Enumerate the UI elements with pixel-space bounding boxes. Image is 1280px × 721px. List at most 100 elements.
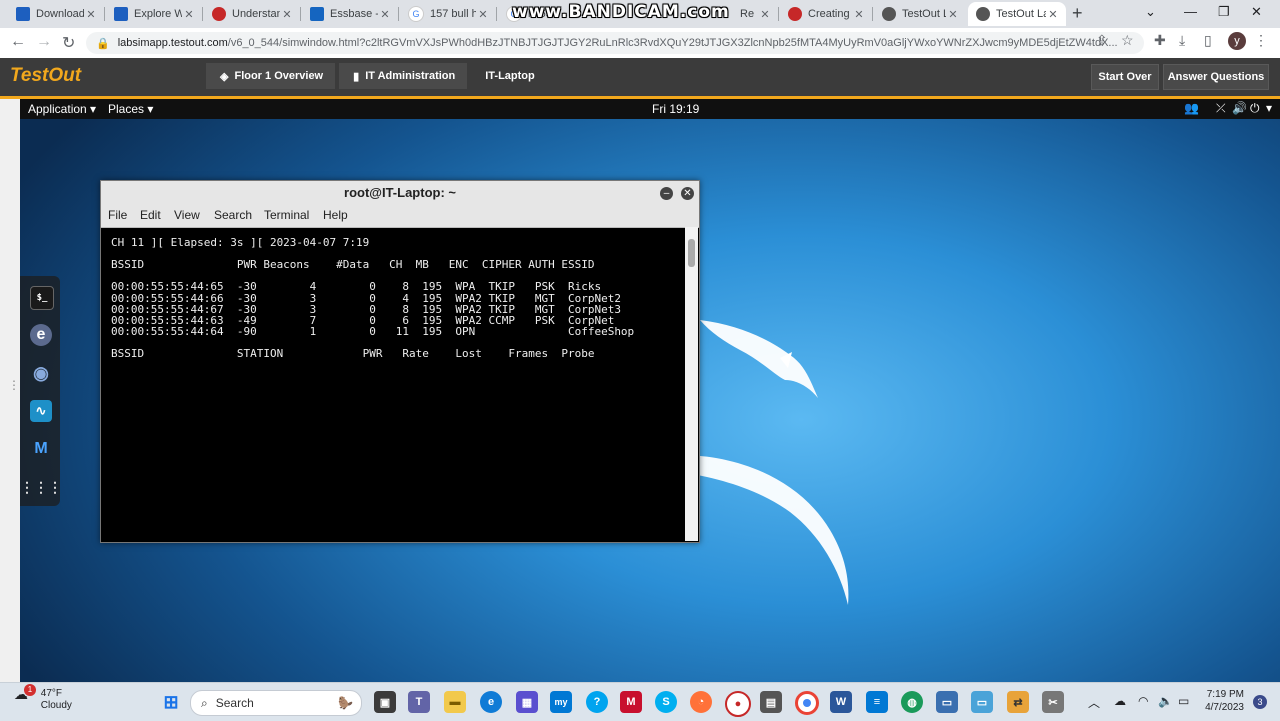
browser-tab[interactable]: Understan ✕ xyxy=(204,2,300,26)
chrome-icon[interactable] xyxy=(795,691,819,715)
notepad-icon[interactable]: ≡ xyxy=(866,691,888,713)
start-over-button[interactable]: Start Over xyxy=(1091,64,1159,90)
wifi-icon[interactable]: ◠ xyxy=(1138,694,1148,708)
terminal-scrollbar[interactable] xyxy=(685,227,698,541)
restore-icon[interactable]: ❐ xyxy=(1218,4,1230,20)
power-icon[interactable]: ⏻ xyxy=(1250,101,1260,116)
minimize-icon[interactable]: — xyxy=(1184,4,1197,19)
close-tab-icon[interactable]: ✕ xyxy=(182,8,196,21)
back-icon[interactable]: ← xyxy=(10,33,26,51)
word-icon[interactable]: W xyxy=(830,691,852,713)
extensions-icon[interactable]: ✚ xyxy=(1154,32,1166,49)
edge-icon[interactable]: e xyxy=(480,691,502,713)
microsoft-store-icon[interactable]: ▦ xyxy=(516,691,538,713)
terminal-output[interactable]: CH 11 ][ Elapsed: 3s ][ 2023-04-07 7:19 B… xyxy=(111,237,681,537)
network-icon[interactable]: ☁ xyxy=(1114,694,1126,708)
menu-help[interactable]: Help xyxy=(323,208,348,222)
skype-icon[interactable]: S xyxy=(655,691,677,713)
close-tab-icon[interactable]: ✕ xyxy=(84,8,98,21)
remote-desktop-icon[interactable]: ▭ xyxy=(936,691,958,713)
mcafee-icon[interactable]: M xyxy=(620,691,642,713)
close-icon[interactable]: ✕ xyxy=(681,187,694,200)
menu-view[interactable]: View xyxy=(174,208,200,222)
menu-edit[interactable]: Edit xyxy=(140,208,161,222)
browser-tab[interactable]: Download ✕ xyxy=(8,2,104,26)
bandicam-record-icon[interactable]: ● xyxy=(725,691,751,717)
close-tab-icon[interactable]: ✕ xyxy=(852,8,866,21)
testout-favicon-icon xyxy=(882,7,896,21)
reload-icon[interactable]: ↻ xyxy=(62,33,75,53)
download-icon[interactable]: ⤓ xyxy=(1179,32,1185,49)
show-apps-icon[interactable]: ⋮⋮⋮ xyxy=(20,476,62,498)
bandicam-watermark: www.BANDICAM.com xyxy=(512,2,730,22)
scrollbar-thumb[interactable] xyxy=(688,239,695,267)
browser-tab[interactable]: Creating a✕ xyxy=(780,2,872,26)
kebab-menu-icon[interactable]: ⋮ xyxy=(1254,32,1268,49)
close-tab-icon[interactable]: ✕ xyxy=(476,8,490,21)
places-menu[interactable]: Places ▾ xyxy=(108,102,153,116)
battery-icon[interactable]: ▭ xyxy=(1178,694,1189,708)
browser-tab[interactable]: Essbase - ✕ xyxy=(302,2,398,26)
bookmark-star-icon[interactable]: ☆ xyxy=(1121,32,1134,49)
mysql-icon[interactable]: my xyxy=(550,691,572,713)
application-menu[interactable]: Application ▾ xyxy=(28,102,96,116)
terminal-window[interactable]: root@IT-Laptop: ~ – ✕ File Edit View Sea… xyxy=(100,180,700,543)
weather-temp: 47°F xyxy=(40,688,63,699)
teams-icon[interactable]: T xyxy=(408,691,430,713)
display-icon[interactable]: ▭ xyxy=(971,691,993,713)
users-icon[interactable]: 👥 xyxy=(1184,101,1199,115)
browser-toolbar: ← → ↻ 🔒 labsimapp.testout.com/v6_0_544/s… xyxy=(0,28,1280,59)
notification-badge[interactable]: 3 xyxy=(1253,695,1267,709)
browser-tab[interactable]: G 157 bull h ✕ xyxy=(400,2,496,26)
breadcrumb-floor-overview[interactable]: ◈ Floor 1 Overview xyxy=(206,63,336,89)
firefox-icon[interactable]: ◔ xyxy=(690,691,712,713)
vpn-icon[interactable]: ⇄ xyxy=(1007,691,1029,713)
address-bar[interactable]: 🔒 labsimapp.testout.com/v6_0_544/simwind… xyxy=(86,32,1144,54)
browser-tab[interactable]: TestOut La✕ xyxy=(874,2,966,26)
menu-file[interactable]: File xyxy=(108,208,127,222)
snipping-icon[interactable]: ✂ xyxy=(1042,691,1064,713)
menu-search[interactable]: Search xyxy=(214,208,252,222)
breadcrumb-it-administration[interactable]: ▮ IT Administration xyxy=(339,63,468,89)
close-tab-icon[interactable]: ✕ xyxy=(946,8,960,21)
task-view-icon[interactable]: ▣ xyxy=(374,691,396,713)
chevron-down-icon[interactable]: ▾ xyxy=(1266,101,1272,115)
breadcrumb-it-laptop: IT-Laptop xyxy=(485,70,535,82)
volume-icon[interactable]: 🔊 xyxy=(1232,101,1247,115)
speaker-icon[interactable]: 🔈 xyxy=(1158,694,1173,708)
forward-icon[interactable]: → xyxy=(36,33,52,51)
top-bar-clock[interactable]: Fri 19:19 xyxy=(652,102,699,116)
close-tab-icon[interactable]: ✕ xyxy=(280,8,294,21)
share-icon[interactable]: ⇪ xyxy=(1096,32,1108,49)
network-off-icon[interactable]: ⤫ xyxy=(1216,101,1226,116)
terminal-app-icon[interactable]: $_ xyxy=(30,286,54,310)
close-tab-icon[interactable]: ✕ xyxy=(1046,8,1060,21)
weather-widget[interactable]: ☁1 47°F Cloudy xyxy=(14,684,72,712)
tab-search-icon[interactable]: ⌄ xyxy=(1145,4,1156,20)
browser-app-icon[interactable]: e xyxy=(30,324,52,346)
menu-terminal[interactable]: Terminal xyxy=(264,208,309,222)
drag-handle-icon[interactable]: ⋮ xyxy=(8,378,20,392)
browser-tab[interactable]: Explore Wi ✕ xyxy=(106,2,202,26)
eye-app-icon[interactable]: ◉ xyxy=(30,362,52,384)
windows-start-icon[interactable]: ⊞ xyxy=(160,691,182,713)
minimize-icon[interactable]: – xyxy=(660,187,673,200)
sidebar-icon[interactable]: ▯ xyxy=(1204,32,1212,49)
metasploit-app-icon[interactable]: M xyxy=(30,438,52,460)
answer-questions-button[interactable]: Answer Questions xyxy=(1163,64,1269,90)
close-tab-icon[interactable]: ✕ xyxy=(758,8,772,21)
calculator-icon[interactable]: ▤ xyxy=(760,691,782,713)
file-explorer-icon[interactable]: ▬ xyxy=(444,691,466,713)
close-tab-icon[interactable]: ✕ xyxy=(378,8,392,21)
wireshark-app-icon[interactable]: ∿ xyxy=(30,400,52,422)
close-window-icon[interactable]: ✕ xyxy=(1251,4,1262,20)
profile-avatar[interactable]: y xyxy=(1228,32,1246,50)
browser-tab-active[interactable]: TestOut La ✕ xyxy=(968,2,1066,26)
globe-icon[interactable]: ◍ xyxy=(901,691,923,713)
chevron-up-icon[interactable]: ︿ xyxy=(1088,694,1100,711)
help-icon[interactable]: ? xyxy=(586,691,608,713)
terminal-menu-bar: File Edit View Search Terminal Help xyxy=(101,205,699,228)
system-clock[interactable]: 7:19 PM 4/7/2023 xyxy=(1198,688,1244,714)
taskbar-search[interactable]: ⌕ Search 🦫 xyxy=(190,690,362,716)
new-tab-button[interactable]: + xyxy=(1072,3,1083,24)
